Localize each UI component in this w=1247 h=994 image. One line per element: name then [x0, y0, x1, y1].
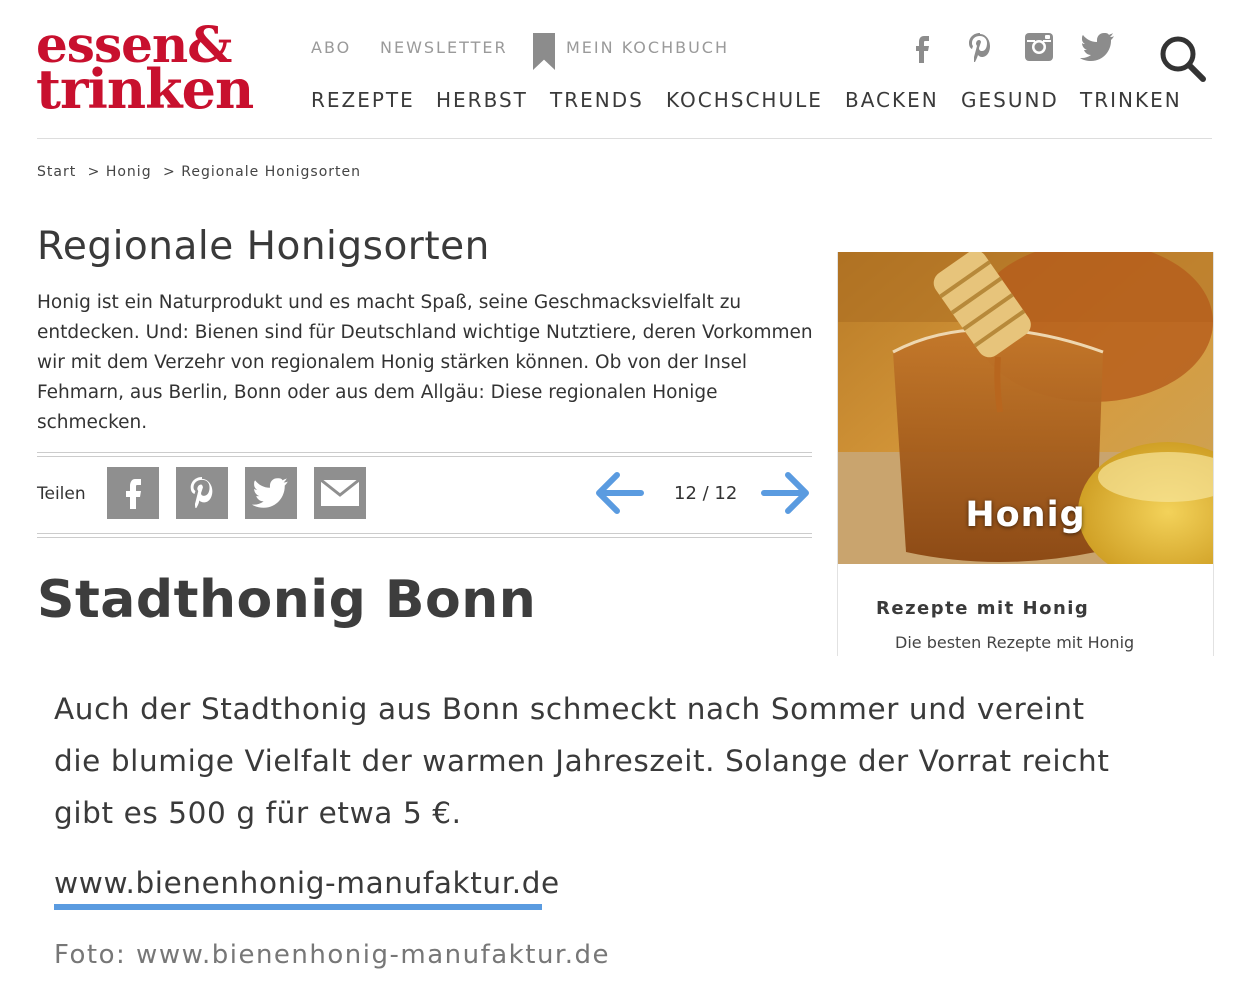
facebook-icon[interactable]: [905, 30, 939, 64]
breadcrumb: Start > Honig > Regionale Honigsorten: [37, 164, 361, 180]
instagram-icon[interactable]: [1022, 30, 1056, 64]
link-underline: [54, 904, 542, 910]
pinterest-icon[interactable]: [963, 30, 997, 64]
nav-herbst[interactable]: HERBST: [436, 88, 528, 112]
breadcrumb-current: Regionale Honigsorten: [181, 164, 362, 180]
slide-body: Auch der Stadthonig aus Bonn schmeckt na…: [54, 692, 1110, 830]
teaser-card[interactable]: Honig Rezepte mit Honig Die besten Rezep…: [837, 252, 1214, 656]
teaser-subtext: Die besten Rezepte mit Honig: [895, 633, 1135, 652]
photo-credit: Foto: www.bienenhonig-manufaktur.de: [54, 940, 610, 970]
slide-heading: Stadthonig Bonn: [37, 570, 537, 630]
article-intro: Honig ist ein Naturprodukt und es macht …: [37, 292, 813, 433]
nav-kochschule[interactable]: KOCHSCHULE: [666, 88, 823, 112]
teaser-heading[interactable]: Rezepte mit Honig: [876, 598, 1089, 619]
share-bar-bottom-border: [37, 533, 812, 538]
site-logo[interactable]: essen& trinken: [36, 20, 254, 121]
nav-mein-kochbuch[interactable]: MEIN KOCHBUCH: [566, 38, 729, 57]
logo-line-2: trinken: [36, 57, 254, 121]
nav-trends[interactable]: TRENDS: [550, 88, 644, 112]
twitter-icon[interactable]: [1080, 30, 1114, 64]
share-bar-top-border: [37, 452, 812, 457]
nav-rezepte[interactable]: REZEPTE: [311, 88, 415, 112]
mail-icon: [320, 479, 360, 506]
share-twitter-button[interactable]: [245, 467, 297, 519]
nav-abo[interactable]: ABO: [311, 38, 351, 57]
twitter-icon: [252, 478, 288, 508]
page-title: Regionale Honigsorten: [37, 224, 490, 269]
share-pinterest-button[interactable]: [176, 467, 228, 519]
breadcrumb-honig[interactable]: Honig: [106, 164, 152, 180]
share-label: Teilen: [37, 484, 86, 504]
slide-counter: 12 / 12: [674, 483, 738, 504]
nav-backen[interactable]: BACKEN: [845, 88, 939, 112]
bookmark-icon[interactable]: [533, 33, 555, 70]
share-facebook-button[interactable]: [107, 467, 159, 519]
pinterest-icon: [190, 477, 213, 509]
breadcrumb-separator: >: [163, 164, 176, 180]
slide-link[interactable]: www.bienenhonig-manufaktur.de: [54, 866, 560, 900]
breadcrumb-separator: >: [87, 164, 101, 180]
share-mail-button[interactable]: [314, 467, 366, 519]
prev-arrow-icon[interactable]: [593, 469, 645, 517]
next-arrow-icon[interactable]: [760, 469, 812, 517]
teaser-image-label: Honig: [965, 495, 1086, 535]
nav-gesund[interactable]: GESUND: [961, 88, 1059, 112]
nav-trinken[interactable]: TRINKEN: [1080, 88, 1182, 112]
nav-newsletter[interactable]: NEWSLETTER: [380, 38, 508, 57]
breadcrumb-start[interactable]: Start: [37, 164, 76, 180]
search-icon[interactable]: [1158, 34, 1206, 82]
header-divider: [37, 138, 1212, 139]
facebook-icon: [126, 479, 141, 509]
